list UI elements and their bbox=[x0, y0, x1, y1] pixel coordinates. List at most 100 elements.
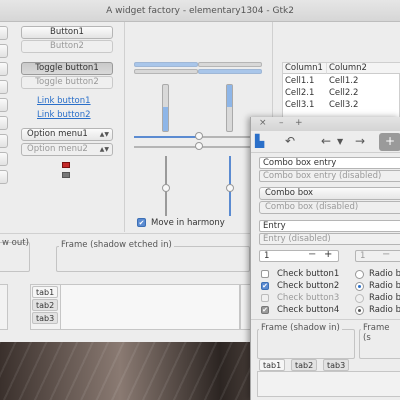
plus-icon[interactable]: + bbox=[324, 250, 332, 260]
frame-shadow-label: Frame (s bbox=[361, 323, 400, 343]
table-cell[interactable]: Cell2.1 bbox=[283, 88, 314, 98]
entry[interactable]: Entry bbox=[259, 220, 400, 232]
progress-bar-h2 bbox=[198, 69, 262, 74]
frame-shadow-in bbox=[257, 329, 355, 359]
button1[interactable]: Button1 bbox=[21, 26, 113, 39]
check-button1[interactable] bbox=[261, 270, 269, 278]
spin-value: 1 bbox=[264, 251, 270, 261]
dropdown-icon[interactable]: ▼ bbox=[337, 137, 343, 146]
hscale2-trough bbox=[134, 146, 200, 148]
tab-3[interactable]: tab3 bbox=[323, 359, 350, 371]
notebook bbox=[257, 371, 400, 397]
maximize-icon[interactable]: + bbox=[295, 118, 303, 128]
radio-button2-label: Radio b bbox=[369, 281, 400, 291]
vscale2-knob[interactable] bbox=[226, 184, 234, 192]
link-button1[interactable]: Link button1 bbox=[37, 96, 91, 106]
check-button3-label: Check button3 bbox=[277, 293, 340, 303]
separator bbox=[124, 22, 125, 232]
tab-1[interactable]: tab1 bbox=[259, 359, 286, 371]
window-title: A widget factory - elementary1304 - Gtk2 bbox=[106, 6, 294, 16]
option-menu2-label: Option menu2 bbox=[27, 144, 88, 154]
option-menu2[interactable]: Option menu2 ▲▼ bbox=[21, 143, 113, 156]
undo-icon[interactable]: ↶ bbox=[285, 134, 295, 148]
button2[interactable]: Button2 bbox=[21, 40, 113, 53]
toggle-button1[interactable]: Toggle button1 bbox=[21, 62, 113, 75]
spin-button-disabled: 1 − bbox=[355, 250, 400, 262]
toggle-button2[interactable]: Toggle button2 bbox=[21, 76, 113, 89]
updown-icon: ▲▼ bbox=[99, 146, 109, 153]
progress-bar-h1 bbox=[134, 62, 198, 67]
edge-control[interactable] bbox=[0, 98, 8, 112]
option-menu1[interactable]: Option menu1 ▲▼ bbox=[21, 128, 113, 141]
combo-box-entry[interactable]: Combo box entry bbox=[259, 157, 400, 169]
radio-button3 bbox=[355, 294, 364, 303]
notebook-left bbox=[0, 284, 8, 330]
tab-2[interactable]: tab2 bbox=[291, 359, 318, 371]
updown-icon: ▲▼ bbox=[99, 131, 109, 138]
check-button2-label: Check button2 bbox=[277, 281, 340, 291]
progress-bar-h1-trough bbox=[198, 62, 262, 67]
minus-icon[interactable]: − bbox=[308, 250, 316, 260]
harmony-checkbox[interactable]: ✔ bbox=[137, 218, 146, 227]
table-cell[interactable]: Cell3.2 bbox=[327, 100, 358, 110]
table-cell[interactable]: Cell1.1 bbox=[283, 76, 314, 86]
separator bbox=[251, 319, 400, 320]
check-button4[interactable]: ✔ bbox=[261, 306, 269, 314]
frame-shadow-in-label: Frame (shadow in) bbox=[259, 323, 342, 333]
secondary-titlebar[interactable]: × – + bbox=[251, 117, 400, 131]
check-button2[interactable]: ✔ bbox=[261, 282, 269, 290]
combo-box[interactable]: Combo box bbox=[259, 187, 400, 200]
vscale1-knob[interactable] bbox=[162, 184, 170, 192]
edge-control[interactable] bbox=[0, 170, 8, 184]
minimize-icon[interactable]: – bbox=[279, 118, 284, 128]
secondary-window: × – + ▙ ↶ ← ▼ → + Combo box entry Combo … bbox=[250, 117, 400, 400]
edge-control[interactable] bbox=[0, 134, 8, 148]
app-icon[interactable]: ▙ bbox=[255, 134, 264, 148]
tab-2[interactable]: tab2 bbox=[32, 299, 59, 311]
radio-button1-label: Radio b bbox=[369, 269, 400, 279]
entry-disabled: Entry (disabled) bbox=[259, 233, 400, 245]
option-menu1-label: Option menu1 bbox=[27, 129, 88, 139]
led-indicator-off bbox=[62, 172, 70, 178]
progress-fill bbox=[163, 107, 168, 131]
hscale1-fill bbox=[134, 136, 200, 138]
hscale1-knob[interactable] bbox=[195, 132, 203, 140]
edge-control[interactable] bbox=[0, 152, 8, 166]
combo-box-disabled: Combo box (disabled) bbox=[259, 201, 400, 214]
edge-control[interactable] bbox=[0, 26, 8, 40]
edge-control[interactable] bbox=[0, 116, 8, 130]
check-button1-label: Check button1 bbox=[277, 269, 340, 279]
table-cell[interactable]: Cell2.2 bbox=[327, 88, 358, 98]
plus-icon: + bbox=[385, 134, 396, 148]
tab-3[interactable]: tab3 bbox=[32, 312, 59, 324]
close-icon[interactable]: × bbox=[259, 118, 267, 128]
back-icon[interactable]: ← bbox=[321, 134, 331, 148]
minus-icon: − bbox=[382, 249, 391, 260]
hscale2-knob[interactable] bbox=[195, 142, 203, 150]
link-button2[interactable]: Link button2 bbox=[37, 110, 91, 120]
edge-control[interactable] bbox=[0, 62, 8, 76]
spin-button[interactable]: 1 − + bbox=[259, 250, 339, 262]
forward-icon[interactable]: → bbox=[355, 134, 365, 148]
column-header[interactable]: Column2 bbox=[327, 63, 400, 74]
radio-button1[interactable] bbox=[355, 270, 364, 279]
radio-button3-label: Radio b bbox=[369, 293, 400, 303]
radio-button2[interactable] bbox=[355, 282, 364, 291]
window-titlebar[interactable]: A widget factory - elementary1304 - Gtk2 bbox=[0, 0, 400, 22]
column-header[interactable]: Column1 bbox=[283, 63, 327, 74]
progress-bar-v2 bbox=[226, 84, 233, 132]
frame-shadow-out-label: w out) bbox=[2, 238, 29, 248]
tab-1[interactable]: tab1 bbox=[32, 286, 59, 298]
check-button4-label: Check button4 bbox=[277, 305, 340, 315]
table-cell[interactable]: Cell3.1 bbox=[283, 100, 314, 110]
edge-control[interactable] bbox=[0, 80, 8, 94]
radio-button4[interactable] bbox=[355, 306, 364, 315]
spin-value-disabled: 1 bbox=[360, 251, 366, 261]
combo-box-disabled-label: Combo box (disabled) bbox=[265, 202, 359, 212]
table-cell[interactable]: Cell1.2 bbox=[327, 76, 358, 86]
radio-dot bbox=[358, 285, 361, 288]
add-button[interactable]: + bbox=[379, 133, 400, 151]
check-button3 bbox=[261, 294, 269, 302]
combo-box-entry-disabled: Combo box entry (disabled) bbox=[259, 170, 400, 182]
edge-control[interactable] bbox=[0, 44, 8, 58]
